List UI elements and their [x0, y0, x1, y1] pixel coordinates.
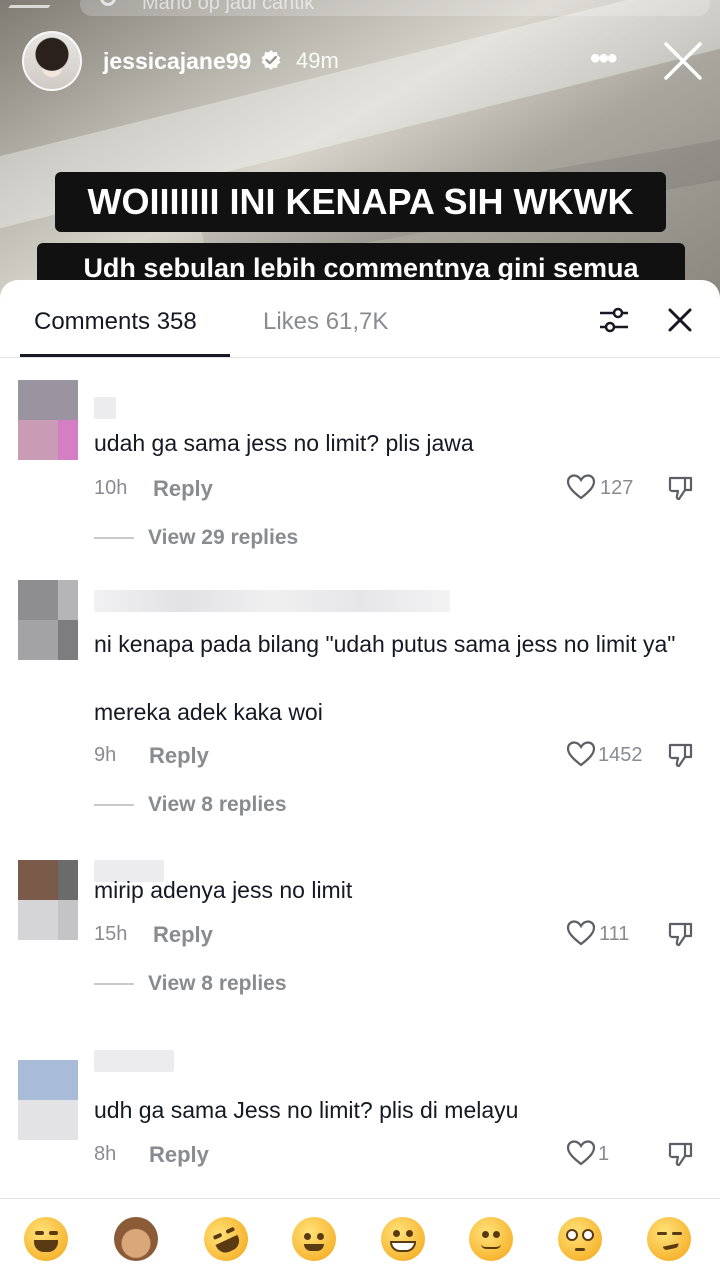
filter-sliders-icon[interactable]	[598, 306, 630, 334]
flushed-face-icon[interactable]	[558, 1217, 602, 1261]
emoji-eye	[493, 1231, 500, 1238]
search-bar[interactable]: Mario op jadi cantik	[80, 0, 710, 16]
like-count: 111	[599, 923, 630, 945]
face-with-tears-of-joy-icon[interactable]	[24, 1217, 68, 1261]
view-replies-label: View 29 replies	[148, 526, 299, 549]
thumbs-down-icon[interactable]	[666, 1140, 694, 1168]
thumbs-down-icon[interactable]	[666, 741, 694, 769]
smirking-face-icon[interactable]	[647, 1217, 691, 1261]
like-count: 1	[598, 1143, 610, 1165]
view-replies-line	[94, 537, 134, 540]
heart-icon[interactable]	[566, 919, 596, 947]
emoji-mouth	[575, 1248, 585, 1251]
reply-button[interactable]: Reply	[149, 1142, 209, 1168]
active-tab-indicator	[20, 354, 230, 357]
emoji-eye	[49, 1231, 58, 1235]
view-replies-label: View 8 replies	[148, 793, 287, 816]
like-count: 1452	[598, 744, 643, 766]
slightly-smiling-face-icon[interactable]	[469, 1217, 513, 1261]
commenter-avatar[interactable]	[18, 860, 78, 940]
reply-button[interactable]: Reply	[153, 922, 213, 948]
emoji-eye	[672, 1232, 682, 1235]
emoji-mouth	[34, 1240, 58, 1252]
emoji-mouth	[215, 1234, 243, 1256]
emoji-mouth	[304, 1244, 324, 1251]
view-replies-line	[94, 804, 134, 807]
comment-time: 8h	[94, 1143, 117, 1165]
emoji-eye	[406, 1230, 413, 1237]
see-no-evil-monkey-icon[interactable]	[114, 1217, 158, 1261]
emoji-mouth	[481, 1244, 501, 1249]
emoji-mouth	[390, 1241, 416, 1252]
emoji-mouth	[662, 1243, 680, 1251]
comments-tab-bar: Comments 358 Likes 61,7K	[0, 280, 720, 358]
rolling-on-floor-laughing-icon[interactable]	[196, 1209, 256, 1269]
emoji-eye	[393, 1230, 400, 1237]
comment-text: ni kenapa pada bilang "udah putus sama j…	[94, 631, 676, 657]
heart-icon[interactable]	[566, 473, 596, 501]
like-count: 127	[600, 477, 634, 499]
view-replies-label: View 8 replies	[148, 972, 287, 995]
view-replies-button[interactable]: View 8 replies	[94, 793, 287, 817]
view-replies-button[interactable]: View 29 replies	[94, 526, 298, 550]
view-replies-line	[94, 983, 134, 986]
emoji-eye	[35, 1231, 44, 1235]
search-hint: Mario op jadi cantik	[142, 0, 315, 14]
thumbs-down-icon[interactable]	[666, 920, 694, 948]
reply-button[interactable]: Reply	[149, 743, 209, 769]
commenter-avatar[interactable]	[18, 580, 78, 660]
comment-text: udah ga sama jess no limit? plis jawa	[94, 430, 474, 456]
post-time: 49m	[296, 48, 339, 73]
creator-avatar[interactable]	[22, 31, 82, 91]
emoji-eye	[317, 1233, 324, 1240]
video-caption-line-1: WOIIIIIII INI KENAPA SIH WKWK	[55, 172, 666, 232]
commenter-name-blurred[interactable]	[94, 397, 116, 419]
video-header: jessicajane99 49m •••	[0, 28, 720, 98]
emoji-eye	[304, 1233, 311, 1240]
comment-time: 9h	[94, 744, 117, 766]
reply-button[interactable]: Reply	[153, 476, 213, 502]
commenter-avatar[interactable]	[18, 1060, 78, 1140]
comment-text: udh ga sama Jess no limit? plis di melay…	[94, 1097, 519, 1123]
commenter-name-blurred[interactable]	[94, 590, 450, 612]
commenter-avatar[interactable]	[18, 380, 78, 460]
close-icon[interactable]	[662, 40, 704, 82]
emoji-quick-bar	[0, 1198, 720, 1273]
more-dots-icon[interactable]: •••	[590, 42, 617, 76]
tab-comments[interactable]: Comments 358	[34, 308, 197, 336]
creator-username[interactable]: jessicajane99	[103, 48, 251, 75]
heart-icon[interactable]	[566, 1139, 596, 1167]
grinning-face-icon[interactable]	[381, 1217, 425, 1261]
comment-time: 15h	[94, 923, 128, 945]
emoji-eye	[212, 1232, 223, 1241]
smiling-face-with-hearts-icon[interactable]	[292, 1217, 336, 1261]
search-icon	[100, 0, 116, 6]
comment-text: mirip adenya jess no limit	[94, 877, 353, 903]
tab-likes[interactable]: Likes 61,7K	[263, 308, 388, 336]
heart-icon[interactable]	[566, 740, 596, 768]
emoji-eye	[482, 1231, 489, 1238]
thumbs-down-icon[interactable]	[666, 474, 694, 502]
comment-time: 10h	[94, 477, 128, 499]
emoji-eye	[566, 1229, 578, 1241]
emoji-eye	[582, 1229, 594, 1241]
close-comments-icon[interactable]	[666, 306, 694, 334]
comment-text-line-2: mereka adek kaka woi	[94, 699, 323, 725]
emoji-eye	[657, 1232, 667, 1235]
comments-sheet: Comments 358 Likes 61,7K udah ga sama je…	[0, 280, 720, 1273]
view-replies-button[interactable]: View 8 replies	[94, 972, 287, 996]
commenter-name-blurred[interactable]	[94, 1050, 174, 1072]
verified-badge-icon	[261, 50, 281, 70]
emoji-eye	[225, 1226, 236, 1235]
